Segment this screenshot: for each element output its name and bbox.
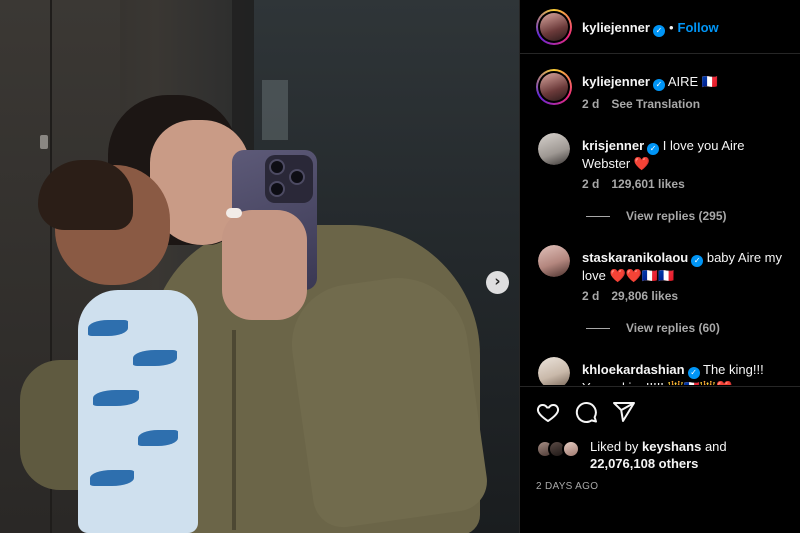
verified-badge-icon: ✓ — [652, 25, 665, 37]
view-replies-button[interactable]: View replies (295) — [586, 209, 727, 223]
see-translation-link[interactable]: See Translation — [611, 97, 700, 111]
comment-like-count[interactable]: 29,806 likes — [611, 289, 678, 303]
commenter-avatar[interactable] — [538, 245, 570, 277]
comment-like-count[interactable]: 129,601 likes — [611, 177, 684, 191]
photo-phone-lens — [289, 169, 305, 185]
caption-text: AIRE 🇫🇷 — [667, 74, 718, 89]
view-replies-label: View replies (60) — [626, 321, 720, 335]
photo-cabinet-handle — [40, 135, 48, 149]
photo-phone-lens — [269, 181, 285, 197]
photo-phone-camera — [265, 155, 313, 203]
author-username[interactable]: kyliejenner — [582, 20, 650, 35]
avatar-image — [540, 73, 568, 101]
share-icon[interactable] — [612, 400, 636, 424]
liked-by-username[interactable]: keyshans — [642, 439, 701, 454]
post-photo[interactable]: › — [0, 0, 519, 533]
comment-icon[interactable] — [574, 400, 598, 424]
caption-avatar[interactable] — [536, 69, 572, 105]
post-caption: kyliejenner ✓ AIRE 🇫🇷 2 d See Translation — [536, 69, 792, 117]
separator-dot: • — [668, 20, 674, 35]
photo-baby-hair — [38, 160, 133, 230]
photo-hand — [222, 210, 307, 320]
avatar-image — [538, 357, 570, 385]
author-avatar[interactable] — [536, 9, 572, 45]
liked-by-conjunction: and — [704, 439, 727, 454]
comment-item: khloekardashian✓ The king!!! Young king!… — [536, 357, 792, 385]
photo-phone-lens — [269, 159, 285, 175]
chevron-right-icon[interactable]: › — [486, 271, 509, 294]
verified-badge-icon: ✓ — [691, 255, 704, 267]
view-replies-button[interactable]: View replies (60) — [586, 321, 720, 335]
photo-baby-pajamas — [78, 290, 198, 533]
liked-by-prefix: Liked by — [590, 439, 639, 454]
comments-section[interactable]: kyliejenner ✓ AIRE 🇫🇷 2 d See Translation … — [520, 55, 800, 385]
photo-shark-print — [138, 430, 178, 446]
photo-window-light — [262, 80, 288, 140]
commenter-avatar[interactable] — [538, 357, 570, 385]
caption-age: 2 d — [582, 97, 600, 111]
liker-avatar — [562, 440, 580, 458]
avatar-image — [540, 13, 568, 41]
comment-username[interactable]: krisjenner — [582, 138, 644, 153]
photo-shark-print — [133, 350, 177, 366]
heart-icon[interactable] — [536, 400, 560, 424]
follow-button[interactable]: Follow — [678, 20, 719, 35]
liked-by-others[interactable]: 22,076,108 others — [590, 456, 698, 471]
post-side-panel: kyliejenner ✓ • Follow kyliejenner ✓ AIRE 🇫🇷… — [519, 0, 800, 533]
view-replies-label: View replies (295) — [626, 209, 727, 223]
comment-age: 2 d — [582, 289, 600, 303]
commenter-avatar[interactable] — [538, 133, 570, 165]
caption-username[interactable]: kyliejenner — [582, 74, 650, 89]
photo-nail — [226, 208, 242, 218]
comment-username[interactable]: khloekardashian — [582, 362, 685, 377]
post-timestamp[interactable]: 2 DAYS AGO — [536, 481, 598, 492]
comment-age: 2 d — [582, 177, 600, 191]
verified-badge-icon: ✓ — [652, 79, 665, 91]
verified-badge-icon: ✓ — [647, 143, 660, 155]
replies-line — [586, 328, 610, 330]
comment-username[interactable]: staskaranikolaou — [582, 250, 688, 265]
photo-shark-print — [93, 390, 139, 406]
photo-shark-print — [88, 320, 128, 336]
photo-shark-print — [90, 470, 134, 486]
verified-badge-icon: ✓ — [687, 367, 700, 379]
avatar-image — [538, 245, 570, 277]
replies-line — [586, 216, 610, 218]
photo-hoodie-zip — [232, 330, 236, 530]
avatar-image — [538, 133, 570, 165]
section-divider — [520, 386, 800, 387]
liked-by-text: Liked by keyshans and 22,076,108 others — [590, 438, 727, 472]
post-header: kyliejenner ✓ • Follow — [520, 0, 800, 54]
